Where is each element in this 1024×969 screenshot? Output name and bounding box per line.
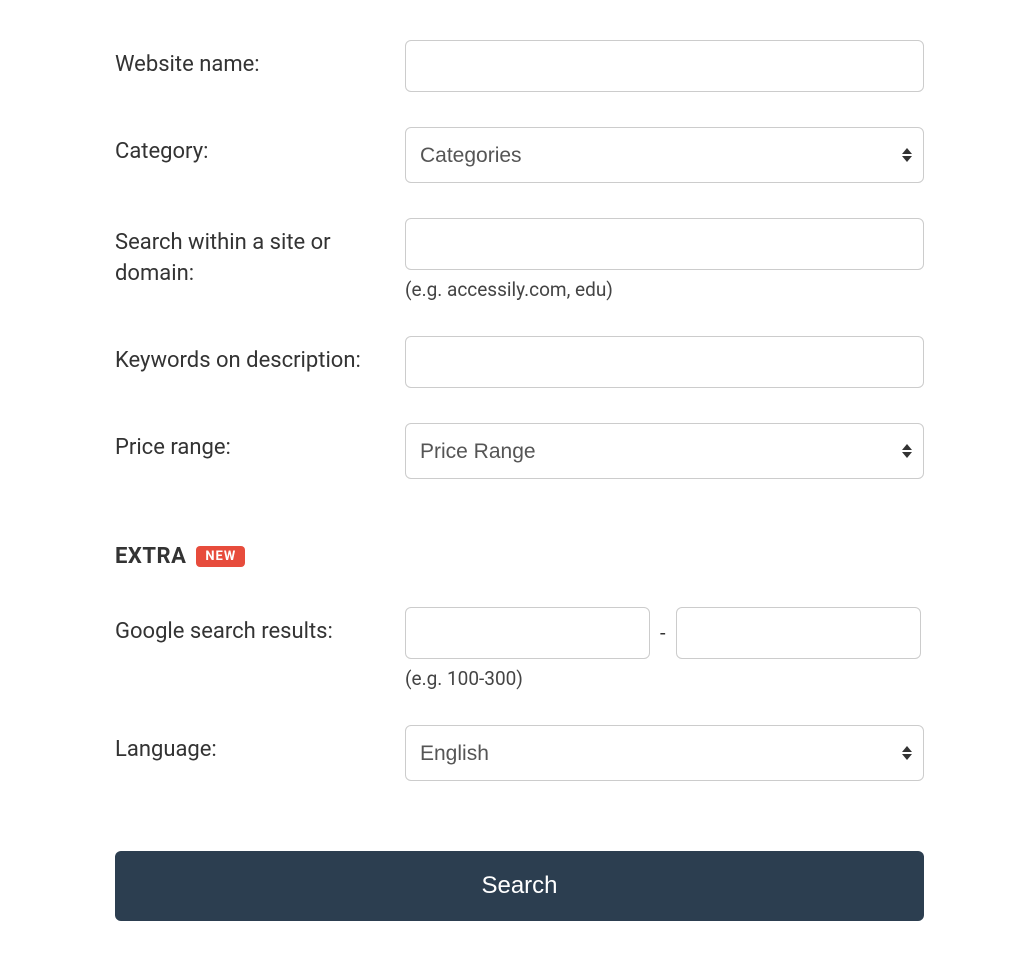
site-domain-hint: (e.g. accessily.com, edu): [405, 278, 924, 301]
keywords-row: Keywords on description:: [115, 336, 924, 388]
google-results-row: Google search results: - (e.g. 100-300): [115, 607, 924, 690]
price-range-input-col: Price Range: [405, 423, 924, 479]
language-input-col: English: [405, 725, 924, 781]
google-results-hint: (e.g. 100-300): [405, 667, 924, 690]
keywords-input-col: [405, 336, 924, 388]
price-range-select-wrapper: Price Range: [405, 423, 924, 479]
price-range-label: Price range:: [115, 435, 231, 460]
new-badge: NEW: [196, 546, 245, 567]
google-results-to-input[interactable]: [676, 607, 921, 659]
language-select[interactable]: English: [405, 725, 924, 781]
category-row: Category: Categories: [115, 127, 924, 183]
language-label-col: Language:: [115, 725, 405, 766]
google-results-range: -: [405, 607, 924, 659]
google-results-label: Google search results:: [115, 619, 333, 644]
website-name-label: Website name:: [115, 52, 260, 77]
category-select[interactable]: Categories: [405, 127, 924, 183]
google-results-from-input[interactable]: [405, 607, 650, 659]
keywords-label: Keywords on description:: [115, 348, 361, 373]
website-name-label-col: Website name:: [115, 40, 405, 81]
keywords-input[interactable]: [405, 336, 924, 388]
site-domain-label: Search within a site or domain:: [115, 230, 331, 286]
site-domain-label-col: Search within a site or domain:: [115, 218, 405, 290]
language-label: Language:: [115, 737, 217, 762]
search-button[interactable]: Search: [115, 851, 924, 921]
price-range-label-col: Price range:: [115, 423, 405, 464]
website-name-input-col: [405, 40, 924, 92]
google-results-input-col: - (e.g. 100-300): [405, 607, 924, 690]
price-range-row: Price range: Price Range: [115, 423, 924, 479]
site-domain-row: Search within a site or domain: (e.g. ac…: [115, 218, 924, 301]
category-select-wrapper: Categories: [405, 127, 924, 183]
google-results-label-col: Google search results:: [115, 607, 405, 648]
keywords-label-col: Keywords on description:: [115, 336, 405, 377]
language-select-wrapper: English: [405, 725, 924, 781]
site-domain-input-col: (e.g. accessily.com, edu): [405, 218, 924, 301]
range-separator: -: [660, 621, 666, 645]
category-label-col: Category:: [115, 127, 405, 168]
extra-header: EXTRA NEW: [115, 544, 924, 569]
language-row: Language: English: [115, 725, 924, 781]
category-input-col: Categories: [405, 127, 924, 183]
website-name-row: Website name:: [115, 40, 924, 92]
extra-title: EXTRA: [115, 544, 186, 569]
price-range-select[interactable]: Price Range: [405, 423, 924, 479]
category-label: Category:: [115, 139, 208, 164]
site-domain-input[interactable]: [405, 218, 924, 270]
website-name-input[interactable]: [405, 40, 924, 92]
